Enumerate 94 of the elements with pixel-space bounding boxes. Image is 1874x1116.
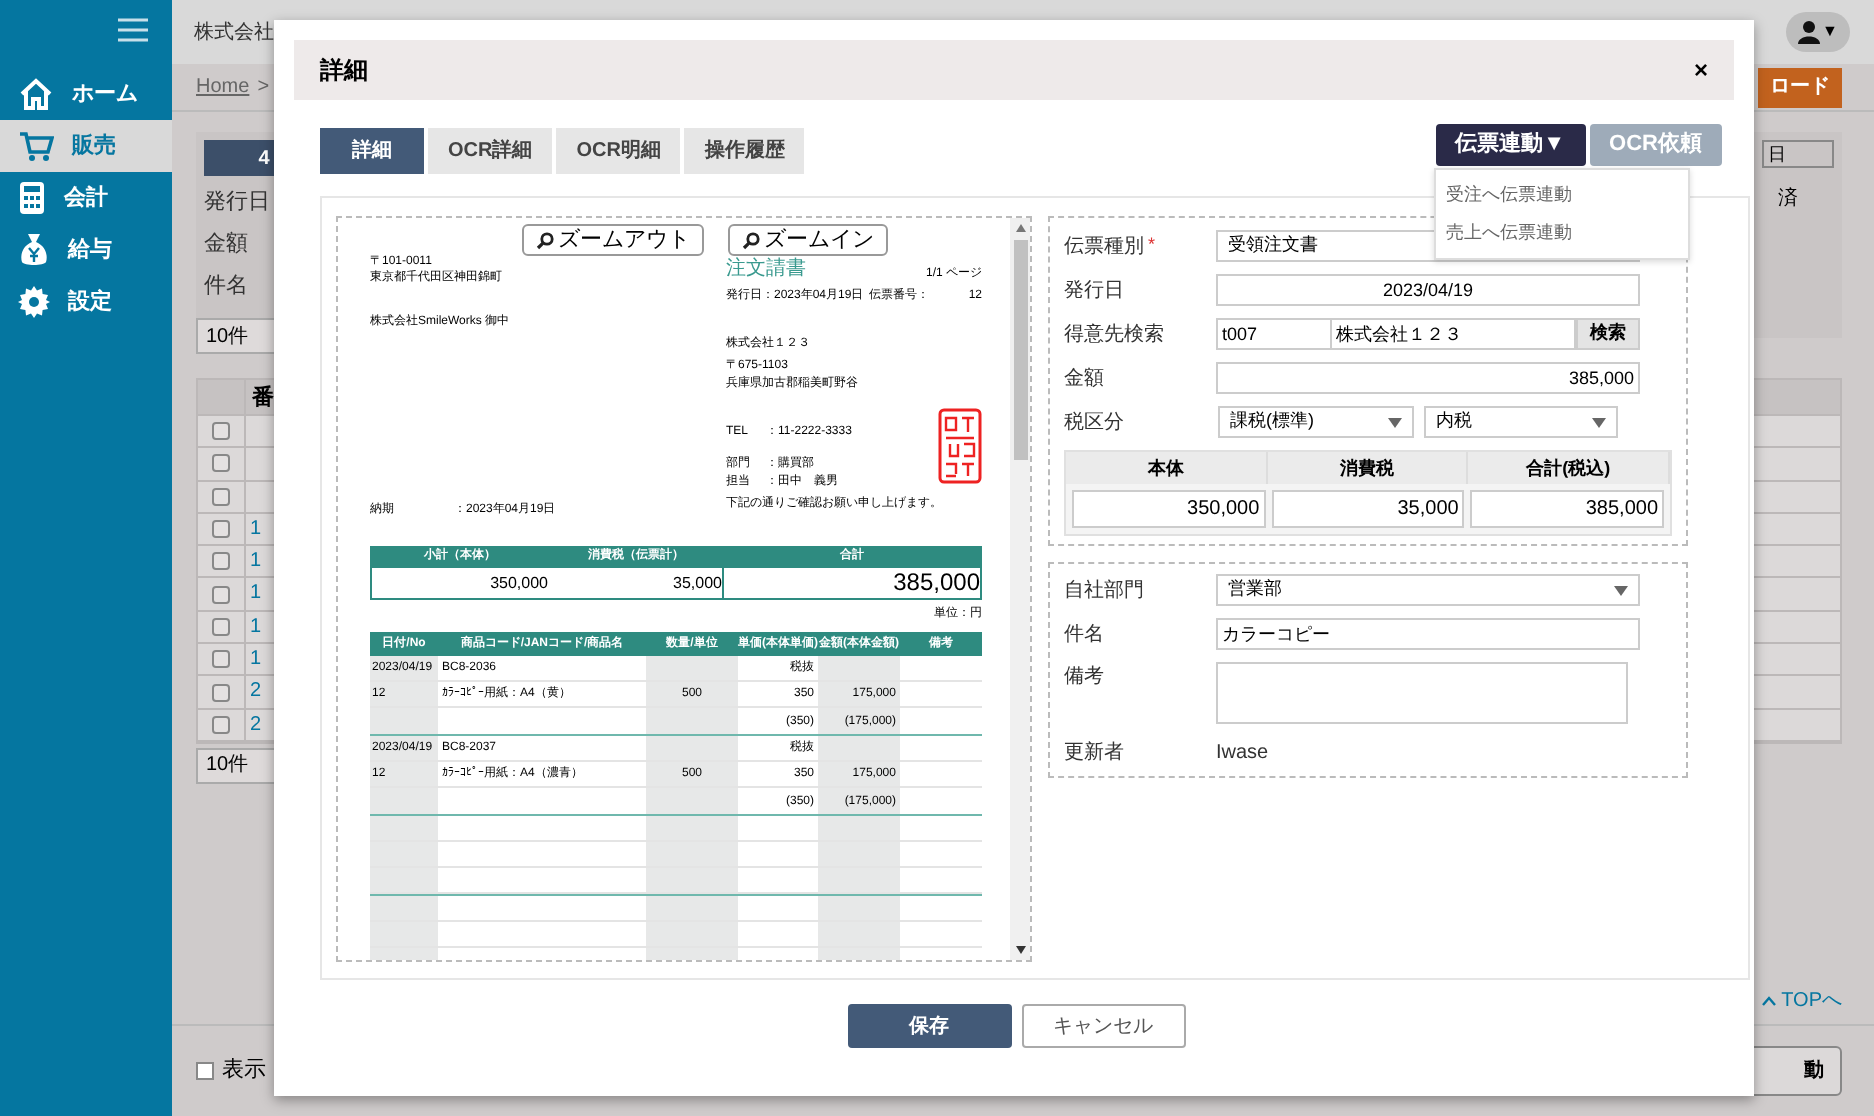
select-field[interactable]: 課税(標準) [1218,406,1414,438]
document-cell-text: 385,000 [891,568,980,598]
row-checkbox[interactable] [212,617,230,636]
scrollbar[interactable] [1010,218,1030,960]
filter-label: 発行日 [204,188,272,218]
remarks-textarea[interactable] [1216,662,1628,724]
download-button[interactable]: ロード [1758,67,1842,107]
scroll-up-icon[interactable] [1015,224,1025,232]
sidebar-item[interactable]: 設定 [0,276,172,328]
row-checkbox[interactable] [212,585,230,604]
tab[interactable]: 操作履歴 [684,128,805,174]
home-icon [18,78,54,110]
row-checkbox[interactable] [212,454,230,473]
field-label: 金額 [1064,365,1104,393]
field-label: 更新者 [1064,739,1124,767]
input-field[interactable]: 35,000 [1271,490,1465,528]
column-header: 消費税 [1267,452,1469,484]
input-field[interactable]: 2023/04/19 [1216,274,1640,306]
row-number-link[interactable]: 1 [250,517,262,540]
zoom-button[interactable]: ズームアウト [522,224,704,256]
sidebar-item[interactable]: 販売 [0,120,172,172]
input-field[interactable]: t007 [1216,318,1332,350]
field-label: 発行日 [1064,277,1124,305]
field-label: 自社部門 [1064,577,1144,605]
field-label: 件名 [1064,621,1104,649]
breadcrumb-link[interactable]: Home [196,72,250,102]
filter-label: 金額 [204,229,250,260]
zoom-button[interactable]: ズームイン [728,224,888,256]
dropdown-caret-icon [1614,585,1628,595]
cancel-button[interactable]: キャンセル [1021,1004,1185,1048]
seal-stamp-icon [938,408,982,484]
status-label: 済 [1778,185,1798,214]
row-checkbox[interactable] [212,520,230,539]
document-cell: 35,000 [548,568,724,598]
row-number-link[interactable]: 2 [250,713,262,736]
tab[interactable]: 詳細 [320,128,424,174]
close-button[interactable]: × [1693,52,1708,88]
field-value: Iwase [1216,739,1269,767]
search-button[interactable]: 検索 [1576,318,1640,350]
document-cell-text: 350,000 [488,572,548,596]
row-checkbox[interactable] [212,422,230,441]
row-number-link[interactable]: 1 [250,648,262,671]
filter-label: 件名 [204,272,250,302]
field-label: 得意先検索 [1064,321,1164,349]
select-field[interactable]: 内税 [1424,406,1618,438]
checkbox[interactable] [196,1062,214,1080]
sidebar-item[interactable]: 会計 [0,172,172,224]
row-checkbox[interactable] [212,715,230,734]
field-label: 備考 [1064,663,1104,692]
cart-icon [18,130,54,162]
sidebar-item[interactable]: ホーム [0,68,172,120]
input-field[interactable]: 株式会社１２３ [1332,318,1576,350]
row-number-link[interactable]: 1 [250,615,262,638]
money-bag-icon [18,232,50,268]
slip-link-menu-button[interactable]: 伝票連動▼ [1435,124,1586,166]
input-field[interactable]: 350,000 [1072,490,1266,528]
select-field[interactable]: 営業部 [1216,574,1640,606]
tab[interactable]: OCR詳細 [428,128,553,174]
row-number-link[interactable]: 1 [250,550,262,573]
row-checkbox[interactable] [212,650,230,669]
calculator-icon [18,180,46,216]
search-icon [536,231,554,249]
column-field[interactable]: 日 [1762,140,1834,168]
row-checkbox[interactable] [212,552,230,571]
modal-title: 詳細 [320,54,368,88]
scroll-down-icon[interactable] [1015,946,1025,954]
column-header: 本体 [1066,452,1268,484]
required-mark: * [1148,232,1156,259]
user-icon [1798,20,1821,44]
tab[interactable]: OCR明細 [556,128,681,174]
breadcrumb-separator: > [257,74,270,102]
chevron-up-icon [1761,996,1776,1006]
field-label: 伝票種別 [1064,233,1144,261]
row-number-link[interactable]: 2 [250,680,262,703]
menu-item[interactable]: 受注へ伝票連動 [1436,176,1688,214]
column-header: 合計(税込) [1468,452,1671,484]
checkbox-label: 表示 [222,1056,266,1087]
company-name: 株式会社 [194,19,274,47]
settings-icon [18,286,50,318]
column-header: 番 [250,383,274,414]
sidebar-item[interactable]: 給与 [0,224,172,276]
input-field[interactable]: 385,000 [1216,362,1640,394]
row-number-link[interactable]: 1 [250,582,262,605]
user-menu-button[interactable]: ▼ [1786,12,1850,52]
save-button[interactable]: 保存 [847,1004,1011,1048]
search-icon [742,231,760,249]
scrollbar-thumb[interactable] [1013,240,1027,460]
menu-icon[interactable] [118,18,148,42]
document-title: 注文請書 [726,258,806,282]
input-field[interactable]: カラーコピー [1216,618,1640,650]
input-field[interactable]: 385,000 [1470,490,1665,528]
row-checkbox[interactable] [212,683,230,702]
row-checkbox[interactable] [212,487,230,506]
field-label: 税区分 [1064,409,1124,437]
